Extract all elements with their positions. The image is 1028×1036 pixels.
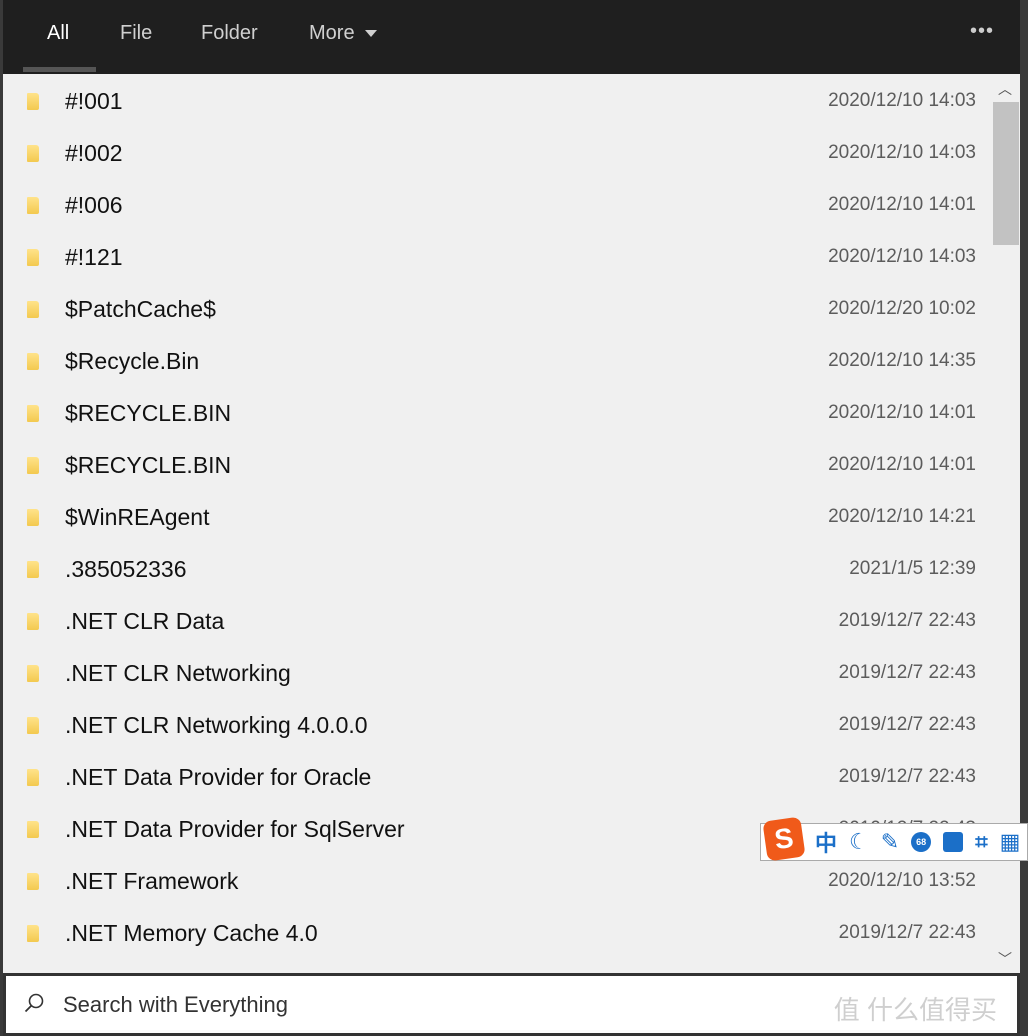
filter-tabs-bar: All File Folder More •••	[3, 0, 1020, 74]
item-date: 2020/12/10 14:21	[828, 506, 976, 527]
watermark: 值 什么值得买	[833, 995, 997, 1025]
folder-icon	[27, 665, 39, 682]
ime-toolbar: S 中 ☾ ✎ 68 ⌗ ▦	[760, 816, 1028, 862]
item-name: #!001	[65, 88, 123, 114]
list-item[interactable]: $WinREAgent 2020/12/10 14:21	[3, 491, 992, 543]
folder-icon	[27, 561, 39, 578]
folder-icon	[27, 249, 39, 266]
list-item[interactable]: .NET CLR Networking 2019/12/7 22:43	[3, 647, 992, 699]
list-item[interactable]: $Recycle.Bin 2020/12/10 14:35	[3, 335, 992, 387]
folder-icon	[27, 145, 39, 162]
list-item[interactable]: $RECYCLE.BIN 2020/12/10 14:01	[3, 439, 992, 491]
scroll-up-icon[interactable]: ︿	[998, 79, 1012, 99]
folder-icon	[27, 769, 39, 786]
shirt-icon[interactable]	[943, 832, 964, 852]
folder-icon	[27, 405, 39, 422]
list-item[interactable]: $RECYCLE.BIN 2020/12/10 14:01	[3, 387, 992, 439]
list-item[interactable]: #!121 2020/12/10 14:03	[3, 231, 992, 283]
folder-icon	[27, 925, 39, 942]
item-date: 2019/12/7 22:43	[838, 610, 976, 631]
folder-icon	[27, 353, 39, 370]
folder-icon	[27, 613, 39, 630]
item-name: .NET CLR Networking 4.0.0.0	[65, 712, 368, 738]
tab-more-label: More	[309, 22, 355, 44]
list-item[interactable]: #!002 2020/12/10 14:03	[3, 127, 992, 179]
item-date: 2020/12/10 14:01	[828, 194, 976, 215]
item-name: $PatchCache$	[65, 296, 216, 322]
item-date: 2019/12/7 22:43	[838, 714, 976, 735]
folder-icon	[27, 457, 39, 474]
item-name: $WinREAgent	[65, 504, 210, 530]
list-item[interactable]: .NET CLR Networking 4.0.0.0 2019/12/7 22:…	[3, 699, 992, 751]
folder-icon	[27, 509, 39, 526]
folder-icon	[27, 873, 39, 890]
search-bar[interactable]: Search with Everything 值 什么值得买	[3, 973, 1020, 1036]
sogou-logo[interactable]: S	[762, 816, 806, 862]
item-name: #!121	[65, 244, 123, 270]
item-date: 2020/12/10 14:03	[828, 246, 976, 267]
item-name: .NET CLR Networking	[65, 660, 291, 686]
item-name: .NET Framework	[65, 868, 239, 894]
item-name: .NET CLR Data	[65, 608, 225, 634]
item-date: 2020/12/10 14:01	[828, 454, 976, 475]
item-name: $RECYCLE.BIN	[65, 452, 232, 478]
item-name: .385052336	[65, 556, 187, 582]
item-name: $Recycle.Bin	[65, 348, 200, 374]
item-date: 2020/12/10 14:03	[828, 142, 976, 163]
scrollbar-thumb[interactable]	[993, 102, 1019, 245]
item-date: 2020/12/10 13:52	[828, 870, 976, 891]
folder-icon	[27, 301, 39, 318]
tab-folder[interactable]: Folder	[201, 22, 258, 46]
ellipsis-icon[interactable]: •••	[970, 20, 994, 43]
tab-file[interactable]: File	[120, 22, 152, 46]
item-date: 2021/1/5 12:39	[849, 558, 976, 579]
list-item[interactable]: .NET Memory Cache 4.0 2019/12/7 22:43	[3, 907, 992, 959]
item-date: 2019/12/7 22:43	[838, 662, 976, 683]
list-item[interactable]: .NET Framework 2020/12/10 13:52	[3, 855, 992, 907]
item-date: 2020/12/10 14:01	[828, 402, 976, 423]
folder-icon	[27, 821, 39, 838]
folder-icon	[27, 197, 39, 214]
item-name: .NET Data Provider for Oracle	[65, 764, 372, 790]
list-item[interactable]: #!006 2020/12/10 14:01	[3, 179, 992, 231]
item-name: $RECYCLE.BIN	[65, 400, 232, 426]
tab-all[interactable]: All	[47, 22, 69, 46]
folder-icon	[27, 717, 39, 734]
item-date: 2019/12/7 22:43	[838, 922, 976, 943]
tab-more[interactable]: More	[309, 22, 377, 46]
item-date: 2019/12/7 22:43	[838, 766, 976, 787]
moon-icon[interactable]: ☾	[849, 829, 869, 855]
list-item[interactable]: $PatchCache$ 2020/12/20 10:02	[3, 283, 992, 335]
crop-icon[interactable]: ⌗	[975, 829, 987, 855]
item-date: 2020/12/10 14:03	[828, 90, 976, 111]
item-date: 2020/12/10 14:35	[828, 350, 976, 371]
list-item[interactable]: .385052336 2021/1/5 12:39	[3, 543, 992, 595]
active-tab-indicator	[23, 67, 96, 72]
grid-icon[interactable]: ▦	[1000, 829, 1021, 855]
list-item[interactable]: .NET Data Provider for Oracle 2019/12/7 2…	[3, 751, 992, 803]
user-icon[interactable]: 68	[911, 832, 932, 852]
item-name: #!006	[65, 192, 123, 218]
everything-window: All File Folder More ••• #!001 2020/12/10…	[3, 0, 1020, 1036]
scroll-down-icon[interactable]: ﹀	[998, 949, 1012, 969]
list-item[interactable]: .NET CLR Data 2019/12/7 22:43	[3, 595, 992, 647]
folder-icon	[27, 93, 39, 110]
list-item[interactable]: #!001 2020/12/10 14:03	[3, 75, 992, 127]
search-input[interactable]: Search with Everything	[63, 992, 288, 1018]
item-date: 2020/12/20 10:02	[828, 298, 976, 319]
search-icon	[24, 993, 44, 1013]
item-name: .NET Data Provider for SqlServer	[65, 816, 405, 842]
ime-mode-toggle[interactable]: 中	[815, 826, 837, 858]
item-name: .NET Memory Cache 4.0	[65, 920, 318, 946]
pencil-icon[interactable]: ✎	[881, 829, 899, 855]
chevron-down-icon	[364, 30, 377, 38]
item-name: #!002	[65, 140, 123, 166]
